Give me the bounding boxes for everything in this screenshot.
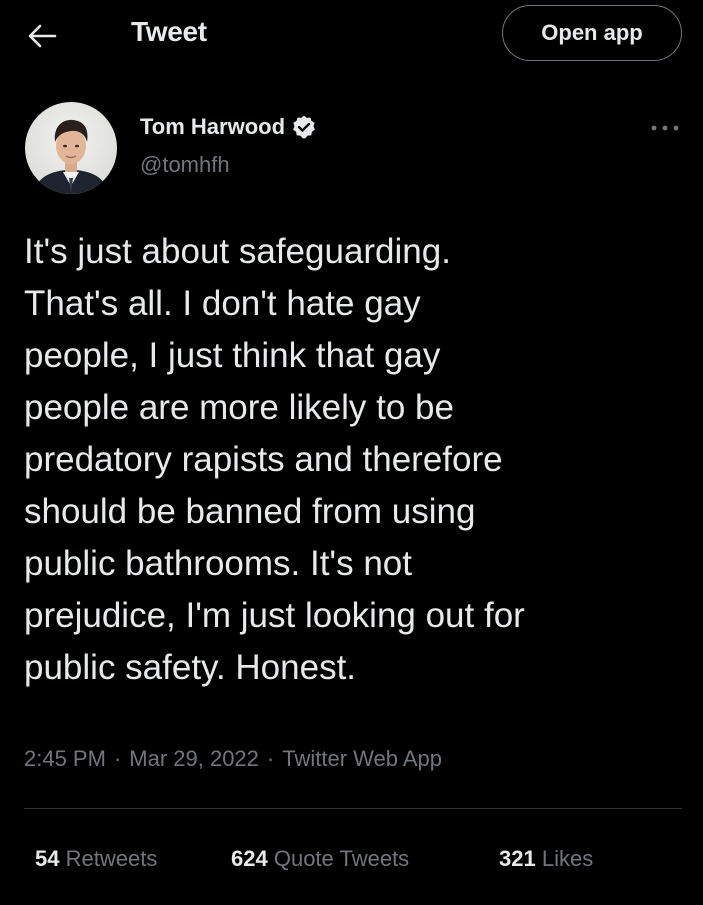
- more-options-button[interactable]: [648, 118, 682, 138]
- back-button[interactable]: [22, 18, 62, 54]
- likes-stat[interactable]: 321 Likes: [499, 846, 593, 872]
- tweet-date[interactable]: Mar 29, 2022: [129, 746, 259, 772]
- tweet-text: It's just about safeguarding. That's all…: [24, 232, 525, 687]
- meta-separator: ·: [266, 746, 275, 771]
- divider: [24, 808, 682, 809]
- arrow-left-icon: [28, 24, 57, 48]
- tweet-time[interactable]: 2:45 PM: [24, 746, 106, 772]
- tweet-source[interactable]: Twitter Web App: [282, 746, 442, 772]
- quote-tweets-stat[interactable]: 624 Quote Tweets: [231, 846, 499, 872]
- likes-label: Likes: [541, 846, 594, 871]
- verified-badge-icon: [291, 114, 317, 140]
- engagement-stats: 54 Retweets 624 Quote Tweets 321 Likes: [35, 846, 593, 872]
- profile-photo: [25, 102, 117, 194]
- quote-tweets-label: Quote Tweets: [273, 846, 410, 871]
- author-name-row[interactable]: Tom Harwood: [140, 114, 317, 140]
- tweet-metadata: 2:45 PM · Mar 29, 2022 · Twitter Web App: [24, 746, 442, 772]
- likes-count: 321: [499, 846, 536, 871]
- retweets-stat[interactable]: 54 Retweets: [35, 846, 231, 872]
- retweets-label: Retweets: [65, 846, 158, 871]
- quote-tweets-count: 624: [231, 846, 268, 871]
- author-display-name[interactable]: Tom Harwood: [140, 114, 285, 140]
- meta-separator: ·: [113, 746, 122, 771]
- more-horizontal-icon: [651, 125, 679, 131]
- top-bar: Tweet Open app: [0, 0, 703, 72]
- retweets-count: 54: [35, 846, 60, 871]
- open-app-button[interactable]: Open app: [502, 5, 682, 61]
- author-handle[interactable]: @tomhfh: [140, 152, 230, 178]
- avatar[interactable]: [25, 102, 117, 194]
- page-title: Tweet: [131, 16, 207, 47]
